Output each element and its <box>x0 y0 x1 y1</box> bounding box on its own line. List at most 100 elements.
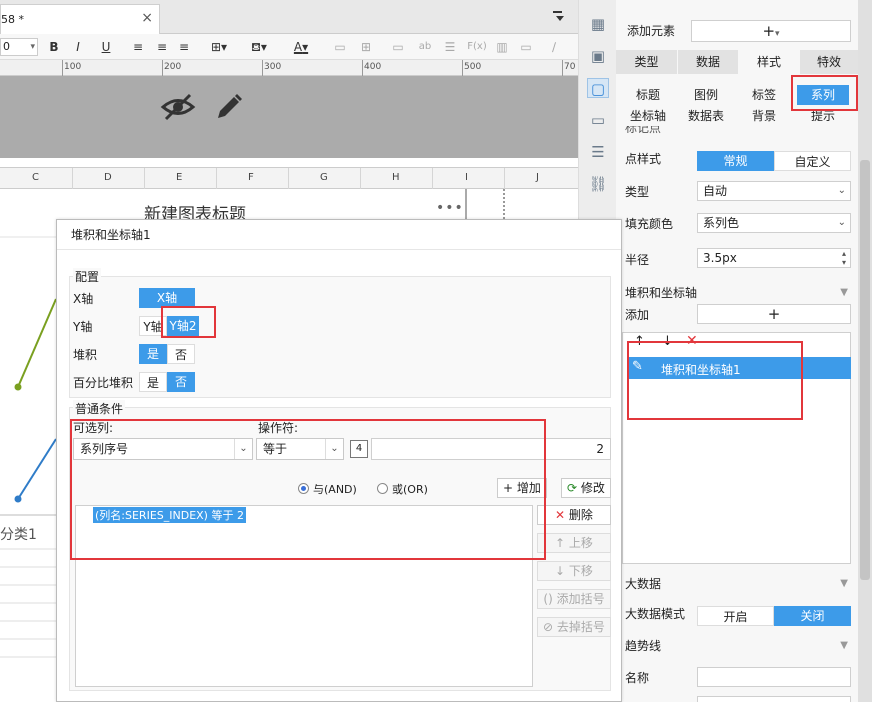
tab-menu-icon[interactable] <box>552 10 566 25</box>
point-style-normal[interactable]: 常规 <box>697 151 774 171</box>
bigdata-section-header[interactable]: 大数据 ▼ <box>616 574 858 594</box>
fill-color-icon[interactable]: ⛾▾ <box>246 38 272 56</box>
delete-condition-label: 删除 <box>568 508 593 522</box>
subtab-legend[interactable]: 图例 <box>680 85 732 105</box>
radius-spinner[interactable]: 3.5px ▴ ▾ <box>697 248 851 268</box>
bigdata-on[interactable]: 开启 <box>697 606 774 626</box>
column-label[interactable]: J <box>536 172 539 183</box>
column-divider <box>216 168 217 190</box>
tab-data[interactable]: 数据 <box>678 50 738 74</box>
stack-yes[interactable]: 是 <box>139 344 167 364</box>
add-paren-label: 添加括号 <box>556 592 605 606</box>
ruler-mark <box>262 60 263 76</box>
align-right-icon[interactable]: ≡ <box>176 38 192 56</box>
document-tab-title: 58 * <box>1 13 24 26</box>
ruler-tick: 200 <box>164 62 182 72</box>
subtab-axis[interactable]: 坐标轴 <box>622 106 674 126</box>
font-size-select[interactable]: 0 ▾ <box>0 38 38 56</box>
fill-color-select[interactable]: 系列色 ⌄ <box>697 213 851 233</box>
percent-yes[interactable]: 是 <box>139 372 167 392</box>
layout-icon[interactable]: ▦ <box>587 14 609 34</box>
more-icon[interactable]: ••• <box>436 200 464 216</box>
formula-button[interactable]: F(x) <box>466 38 488 56</box>
stack-axis-section-title: 堆积和坐标轴 <box>625 286 698 300</box>
app-root: 58 * × 0 ▾ B I U ≡ ≡ ≡ ⊞▾ ⛾▾ A▾ ▭ ⊞ ▭ ab … <box>0 0 872 702</box>
subtab-datatable[interactable]: 数据表 <box>680 106 732 126</box>
column-label[interactable]: C <box>32 172 39 183</box>
add-paren-button[interactable]: () 添加括号 <box>537 589 611 609</box>
column-label[interactable]: D <box>104 172 112 183</box>
column-label[interactable]: G <box>320 172 328 183</box>
list-icon[interactable]: ☰ <box>587 142 609 162</box>
column-divider <box>360 168 361 190</box>
widget-icon[interactable]: ▣ <box>587 46 609 66</box>
ruler-mark <box>162 60 163 76</box>
ruler-tick: 400 <box>364 62 382 72</box>
merge-icon[interactable]: ▭ <box>332 38 348 56</box>
move-up-button[interactable]: ↑ 上移 <box>537 533 611 553</box>
move-up-label: 上移 <box>568 536 593 550</box>
font-color-label: A <box>293 40 303 54</box>
chain-link-icon[interactable]: ⛓ <box>587 174 609 194</box>
stack-no[interactable]: 否 <box>167 344 195 364</box>
subtab-label[interactable]: 标签 <box>738 85 790 105</box>
align-center-icon[interactable]: ≡ <box>154 38 170 56</box>
fill-color-label: 填充颜色 <box>625 217 674 231</box>
type-select[interactable]: 自动 ⌄ <box>697 181 851 201</box>
ab-button[interactable]: ab <box>416 38 434 56</box>
image-icon[interactable]: ▭ <box>518 38 534 56</box>
italic-button[interactable]: I <box>70 38 86 56</box>
delete-condition-button[interactable]: ✕ 删除 <box>537 505 611 525</box>
hide-eye-icon[interactable] <box>160 92 196 125</box>
grid-icon[interactable]: ⊞ <box>358 38 374 56</box>
link-icon[interactable]: ▭ <box>390 38 406 56</box>
column-divider <box>504 168 505 190</box>
subtab-title[interactable]: 标题 <box>622 85 674 105</box>
column-label[interactable]: I <box>465 172 468 183</box>
paren-icon: () <box>543 592 557 606</box>
slash-icon[interactable]: ∕ <box>546 38 562 56</box>
percent-no[interactable]: 否 <box>167 372 195 392</box>
remove-paren-label: 去掉括号 <box>556 620 605 634</box>
subtab-background[interactable]: 背景 <box>738 106 790 126</box>
modify-condition-button[interactable]: ⟳ 修改 <box>561 478 611 498</box>
tab-style[interactable]: 样式 <box>739 50 799 74</box>
stack-label: 堆积 <box>73 348 98 362</box>
chart-icon[interactable]: ▥ <box>494 38 510 56</box>
underline-button[interactable]: U <box>98 38 114 56</box>
bold-button[interactable]: B <box>46 38 62 56</box>
add-row-label: 添加 <box>625 308 650 322</box>
bigdata-off[interactable]: 关闭 <box>774 606 851 626</box>
add-stack-button[interactable]: + <box>697 304 851 324</box>
remove-paren-button[interactable]: ⊘ 去掉括号 <box>537 617 611 637</box>
ruler-tick: 100 <box>64 62 82 72</box>
column-label[interactable]: H <box>392 172 400 183</box>
tab-type[interactable]: 类型 <box>616 50 677 74</box>
panel-icon[interactable]: ▭ <box>587 110 609 130</box>
column-divider <box>288 168 289 190</box>
column-label[interactable]: E <box>176 172 182 183</box>
align-left-icon[interactable]: ≡ <box>130 38 146 56</box>
trend-name-input[interactable] <box>697 667 851 687</box>
tab-effects[interactable]: 特效 <box>800 50 858 74</box>
close-tab-icon[interactable]: × <box>141 10 153 26</box>
category-label: 分类1 <box>0 527 37 543</box>
document-tab[interactable]: 58 * × <box>0 4 160 34</box>
arrow-down-icon: ↓ <box>555 564 569 578</box>
x-axis-option[interactable]: X轴 <box>139 288 195 308</box>
stack-axis-section-header[interactable]: 堆积和坐标轴 ▼ <box>616 283 858 303</box>
column-label[interactable]: F <box>248 172 254 183</box>
list-icon[interactable]: ☰ <box>442 38 458 56</box>
trendline-section-header[interactable]: 趋势线 ▼ <box>616 636 858 656</box>
point-style-custom[interactable]: 自定义 <box>774 151 851 171</box>
edit-pencil-icon[interactable] <box>214 92 244 125</box>
font-color-button[interactable]: A▾ <box>286 38 316 56</box>
move-down-button[interactable]: ↓ 下移 <box>537 561 611 581</box>
panel-scrollbar-thumb[interactable] <box>860 160 870 580</box>
border-icon[interactable]: ⊞▾ <box>206 38 232 56</box>
add-element-select[interactable]: +▾ <box>691 20 851 42</box>
element-icon[interactable]: ▢ <box>587 78 609 98</box>
section-cut: 标记点 <box>622 126 858 134</box>
trend-next-input[interactable] <box>697 696 851 702</box>
spinner-arrows-icon[interactable]: ▴ ▾ <box>842 249 846 267</box>
